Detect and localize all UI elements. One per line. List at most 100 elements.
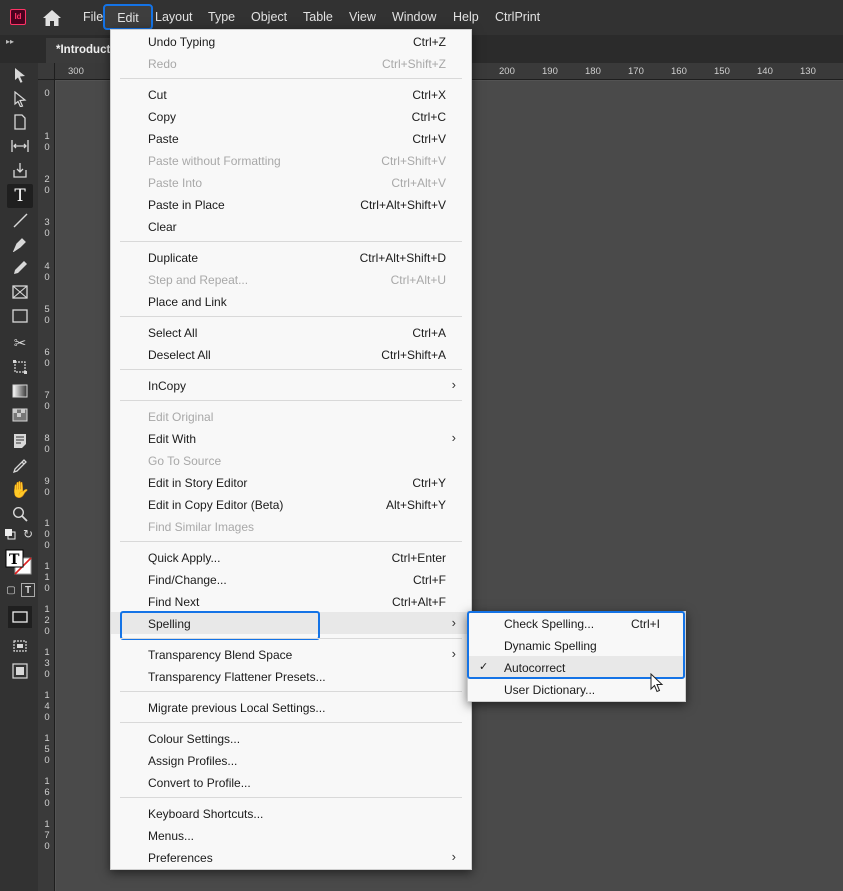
zoom-tool-icon[interactable] — [10, 504, 30, 524]
menu-item-label: Find Next — [148, 595, 200, 609]
document-tab[interactable]: *Introduction — [46, 38, 116, 63]
menu-item-label: Deselect All — [148, 348, 211, 362]
tools-panel: T ✂ ✋ ↻ T ▢ T — [0, 63, 38, 891]
chevron-right-icon: › — [451, 849, 456, 864]
preview-mode-icon[interactable] — [10, 661, 30, 681]
menu-item-find-next[interactable]: Find Next Ctrl+Alt+F — [111, 590, 471, 612]
collapse-panel-icon[interactable]: ▸▸ — [6, 37, 14, 46]
gradient-feather-tool-icon[interactable] — [10, 405, 30, 425]
menu-item-edit-in-copy-editor-beta[interactable]: Edit in Copy Editor (Beta) Alt+Shift+Y — [111, 493, 471, 515]
menu-item-convert-to-profile[interactable]: Convert to Profile... — [111, 771, 471, 793]
submenu-item-label: User Dictionary... — [504, 683, 596, 697]
gradient-swatch-tool-icon[interactable] — [10, 381, 30, 401]
ruler-origin[interactable] — [38, 63, 55, 80]
menu-item-undo-typing[interactable]: Undo Typing Ctrl+Z — [111, 30, 471, 52]
ruler-tick-label: 160 — [671, 66, 687, 77]
menu-item-cut[interactable]: Cut Ctrl+X — [111, 83, 471, 105]
menu-item-edit-in-story-editor[interactable]: Edit in Story Editor Ctrl+Y — [111, 471, 471, 493]
menu-table[interactable]: Table — [303, 10, 333, 24]
mouse-cursor-icon — [650, 673, 664, 693]
menu-item-shortcut: Ctrl+Shift+Z — [381, 57, 446, 71]
menu-item-deselect-all[interactable]: Deselect All Ctrl+Shift+A — [111, 343, 471, 365]
menu-view[interactable]: View — [349, 10, 376, 24]
menu-item-edit-with[interactable]: Edit With › — [111, 427, 471, 449]
menu-help[interactable]: Help — [453, 10, 479, 24]
menu-item-label: Keyboard Shortcuts... — [148, 807, 264, 821]
ruler-tick-label: 4 0 — [44, 261, 50, 283]
line-tool-icon[interactable] — [10, 210, 30, 230]
ruler-tick-label: 1 3 0 — [44, 647, 50, 680]
menu-item-shortcut: Ctrl+X — [412, 88, 446, 102]
menu-separator — [120, 722, 462, 723]
formatting-text-icon[interactable]: T — [21, 583, 35, 597]
menu-item-find-change[interactable]: Find/Change... Ctrl+F — [111, 568, 471, 590]
hand-tool-icon[interactable]: ✋ — [10, 480, 30, 500]
menu-item-find-similar-images: Find Similar Images — [111, 515, 471, 537]
menu-item-label: Paste in Place — [148, 198, 225, 212]
scissors-tool-icon[interactable]: ✂ — [10, 333, 30, 353]
menu-item-place-and-link[interactable]: Place and Link — [111, 290, 471, 312]
menu-item-clear[interactable]: Clear — [111, 215, 471, 237]
pencil-tool-icon[interactable] — [10, 258, 30, 278]
menu-item-duplicate[interactable]: Duplicate Ctrl+Alt+Shift+D — [111, 246, 471, 268]
menu-item-label: Step and Repeat... — [148, 273, 249, 287]
type-tool-icon[interactable]: T — [7, 184, 33, 208]
menu-type[interactable]: Type — [208, 10, 235, 24]
menu-item-menus[interactable]: Menus... — [111, 824, 471, 846]
menu-item-preferences[interactable]: Preferences › — [111, 846, 471, 868]
menu-item-assign-profiles[interactable]: Assign Profiles... — [111, 749, 471, 771]
menu-edit[interactable]: Edit — [103, 4, 153, 30]
menu-item-incopy[interactable]: InCopy › — [111, 374, 471, 396]
menu-item-shortcut: Ctrl+Y — [412, 476, 446, 490]
menu-item-label: Place and Link — [148, 295, 227, 309]
menu-item-migrate-previous-local-settings[interactable]: Migrate previous Local Settings... — [111, 696, 471, 718]
menu-ctrlprint[interactable]: CtrlPrint — [495, 10, 540, 24]
rectangle-tool-icon[interactable] — [10, 306, 30, 326]
menu-item-transparency-flattener-presets[interactable]: Transparency Flattener Presets... — [111, 665, 471, 687]
menu-item-label: Assign Profiles... — [148, 754, 238, 768]
ruler-tick-label: 200 — [499, 66, 515, 77]
menu-item-label: Undo Typing — [148, 35, 216, 49]
normal-view-mode-icon[interactable] — [8, 606, 32, 628]
menu-item-shortcut: Alt+Shift+Y — [385, 498, 446, 512]
menu-separator — [120, 691, 462, 692]
menu-window[interactable]: Window — [392, 10, 436, 24]
fill-stroke-icon[interactable]: T — [5, 549, 33, 575]
pen-tool-icon[interactable] — [10, 234, 30, 254]
swap-fill-stroke-icon[interactable]: ↻ — [22, 527, 34, 541]
menu-separator — [120, 369, 462, 370]
direct-selection-tool-icon[interactable] — [10, 89, 30, 109]
menu-item-select-all[interactable]: Select All Ctrl+A — [111, 321, 471, 343]
free-transform-tool-icon[interactable] — [10, 357, 30, 377]
menu-separator — [120, 638, 462, 639]
ruler-tick-label: 300 — [68, 66, 84, 77]
formatting-container-icon[interactable]: ▢ — [5, 583, 17, 597]
home-icon[interactable] — [42, 9, 62, 27]
ruler-tick-label: 1 6 0 — [44, 776, 50, 809]
rectangle-frame-tool-icon[interactable] — [10, 282, 30, 302]
default-fill-stroke-icon[interactable] — [4, 528, 16, 540]
selection-tool-icon[interactable] — [10, 65, 30, 85]
menu-item-transparency-blend-space[interactable]: Transparency Blend Space › — [111, 643, 471, 665]
ruler-tick-label: 1 2 0 — [44, 604, 50, 637]
menu-item-quick-apply[interactable]: Quick Apply... Ctrl+Enter — [111, 546, 471, 568]
eyedropper-tool-icon[interactable] — [10, 456, 30, 476]
note-tool-icon[interactable] — [10, 431, 30, 451]
content-collector-icon[interactable] — [10, 160, 30, 180]
menu-item-shortcut: Ctrl+F — [413, 573, 446, 587]
menu-object[interactable]: Object — [251, 10, 287, 24]
menu-item-paste[interactable]: Paste Ctrl+V — [111, 127, 471, 149]
gap-tool-icon[interactable] — [10, 136, 30, 156]
menu-layout[interactable]: Layout — [155, 10, 193, 24]
menu-item-label: Migrate previous Local Settings... — [148, 701, 326, 715]
menu-item-keyboard-shortcuts[interactable]: Keyboard Shortcuts... — [111, 802, 471, 824]
menu-item-label: Find/Change... — [148, 573, 227, 587]
menu-item-shortcut: Ctrl+Shift+V — [381, 154, 446, 168]
page-tool-icon[interactable] — [10, 112, 30, 132]
menu-item-paste-in-place[interactable]: Paste in Place Ctrl+Alt+Shift+V — [111, 193, 471, 215]
menu-item-colour-settings[interactable]: Colour Settings... — [111, 727, 471, 749]
menu-file[interactable]: File — [83, 10, 103, 24]
ruler-tick-label: 1 0 — [44, 131, 50, 153]
menu-item-copy[interactable]: Copy Ctrl+C — [111, 105, 471, 127]
screen-mode-icon[interactable] — [10, 636, 30, 656]
